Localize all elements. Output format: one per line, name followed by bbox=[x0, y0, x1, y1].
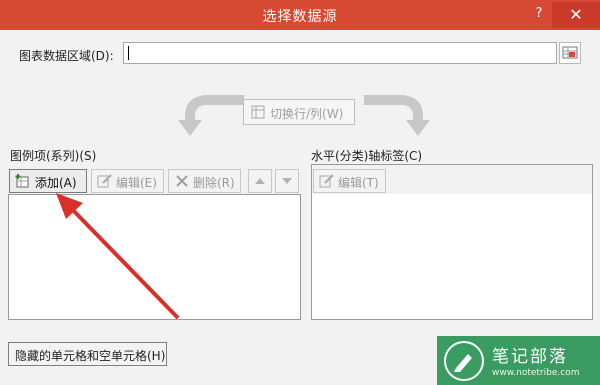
move-down-icon bbox=[282, 178, 292, 184]
switch-row-column-button[interactable]: 切换行/列(W) bbox=[243, 99, 355, 125]
delete-icon bbox=[176, 175, 188, 187]
move-up-icon bbox=[255, 178, 265, 184]
legend-series-label: 图例项(系列)(S) bbox=[10, 149, 97, 163]
switch-row-column-icon bbox=[251, 105, 265, 122]
move-down-button[interactable] bbox=[275, 169, 299, 193]
edit-icon bbox=[97, 174, 112, 188]
edit-series-button[interactable]: 编辑(E) bbox=[91, 169, 164, 193]
chart-range-icon bbox=[562, 46, 578, 59]
chart-data-range-input[interactable] bbox=[123, 42, 557, 64]
legend-series-list[interactable] bbox=[8, 194, 301, 320]
add-series-icon bbox=[15, 174, 29, 188]
title-bar: 选择数据源 ? ✕ bbox=[0, 0, 600, 30]
pen-logo-icon bbox=[444, 341, 484, 381]
switch-row-column-label: 切换行/列(W) bbox=[270, 107, 344, 121]
hidden-empty-cells-button[interactable]: 隐藏的单元格和空单元格(H) bbox=[8, 342, 167, 366]
window-title: 选择数据源 bbox=[262, 9, 338, 25]
hidden-empty-cells-label: 隐藏的单元格和空单元格(H) bbox=[15, 349, 166, 363]
help-button[interactable]: ? bbox=[531, 6, 547, 24]
curved-arrow-left-icon bbox=[178, 95, 244, 136]
edit-series-label: 编辑(E) bbox=[116, 176, 157, 190]
text-caret bbox=[128, 46, 129, 60]
range-select-button[interactable] bbox=[559, 42, 581, 64]
add-series-label: 添加(A) bbox=[35, 176, 77, 190]
move-up-button[interactable] bbox=[248, 169, 272, 193]
delete-series-button[interactable]: 删除(R) bbox=[168, 169, 241, 193]
add-series-button[interactable]: 添加(A) bbox=[9, 169, 87, 193]
watermark-url: www.notetribe.com bbox=[492, 368, 580, 378]
close-button[interactable]: ✕ bbox=[552, 2, 600, 28]
watermark-title: 笔记部落 bbox=[492, 347, 568, 367]
axis-labels-list-area bbox=[312, 194, 592, 319]
axis-labels-label: 水平(分类)轴标签(C) bbox=[311, 149, 423, 163]
chart-data-range-label: 图表数据区域(D): bbox=[19, 49, 114, 63]
delete-series-label: 删除(R) bbox=[193, 176, 235, 190]
curved-arrow-right-icon bbox=[364, 95, 430, 136]
